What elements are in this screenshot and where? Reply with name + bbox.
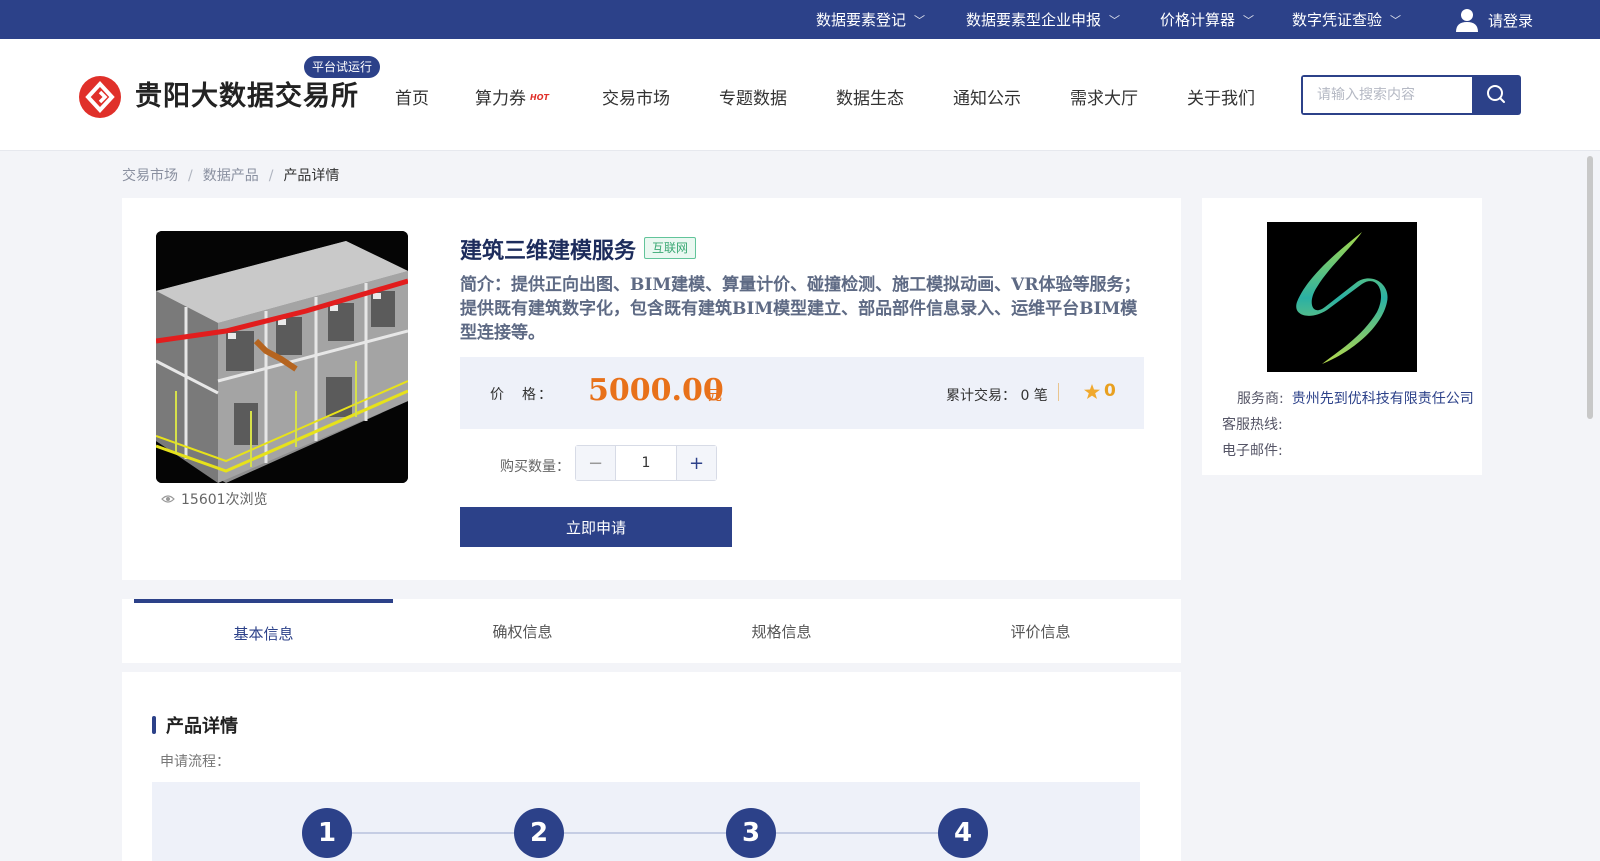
- step-connector: [352, 832, 516, 834]
- tab-review-info[interactable]: 评价信息: [911, 599, 1170, 663]
- search-box: [1301, 75, 1472, 115]
- search-icon: [1487, 85, 1505, 103]
- nav-topic-data[interactable]: 专题数据: [719, 84, 787, 109]
- step-3: 3: [726, 808, 776, 858]
- login-link[interactable]: 请登录: [1456, 8, 1533, 32]
- user-icon: [1456, 9, 1478, 32]
- trade-count: 累计交易： 0 笔: [946, 388, 1048, 404]
- step-1: 1: [302, 808, 352, 858]
- apply-button[interactable]: 立即申请: [460, 507, 732, 547]
- minus-icon: −: [587, 452, 604, 474]
- decrease-button[interactable]: −: [576, 446, 616, 480]
- chevron-down-icon: ﹀: [1390, 13, 1402, 27]
- tab-rights-info[interactable]: 确权信息: [393, 599, 652, 663]
- search-input[interactable]: [1303, 77, 1472, 113]
- section-title: 产品详情: [152, 712, 238, 738]
- product-intro: 简介：提供正向出图、BIM建模、算量计价、碰撞检测、施工模拟动画、VR体验等服务…: [460, 275, 1141, 343]
- apply-process-label: 申请流程：: [160, 754, 230, 770]
- detail-tabs: 基本信息 确权信息 规格信息 评价信息: [122, 599, 1181, 663]
- nav-compute-voucher[interactable]: 算力券: [475, 84, 526, 109]
- price-label: 价 格：: [490, 387, 554, 403]
- seller-hotline: 客服热线:: [1222, 417, 1283, 433]
- seller-brand-mark: [1267, 222, 1417, 372]
- step-connector: [776, 832, 940, 834]
- top-utility-bar: 数据要素登记 ﹀ 数据要素型企业申报 ﹀ 价格计算器 ﹀ 数字凭证查验 ﹀ 请登录: [0, 0, 1600, 39]
- product-image: [156, 231, 408, 483]
- breadcrumb-current: 产品详情: [283, 168, 340, 184]
- eye-icon: [161, 495, 175, 503]
- topbar-link-enterprise-declaration[interactable]: 数据要素型企业申报 ﹀: [966, 9, 1120, 30]
- breadcrumb: 交易市场 / 数据产品 / 产品详情: [122, 168, 340, 184]
- tab-spec-info[interactable]: 规格信息: [652, 599, 911, 663]
- building-model-illustration: [156, 231, 408, 483]
- title-accent-bar: [152, 716, 156, 734]
- nav-about[interactable]: 关于我们: [1187, 84, 1255, 109]
- divider: [1058, 383, 1059, 401]
- hot-badge: HOT: [530, 93, 549, 102]
- nav-home[interactable]: 首页: [395, 84, 429, 109]
- seller-email: 电子邮件:: [1222, 443, 1283, 459]
- nav-ecosystem[interactable]: 数据生态: [836, 84, 904, 109]
- breadcrumb-market[interactable]: 交易市场: [122, 168, 178, 184]
- step-4: 4: [938, 808, 988, 858]
- plus-icon: +: [688, 452, 705, 474]
- chevron-down-icon: ﹀: [914, 13, 926, 27]
- view-count: 15601次浏览: [161, 489, 268, 509]
- page-scrollbar[interactable]: [1585, 156, 1595, 861]
- step-2: 2: [514, 808, 564, 858]
- seller-logo: [1267, 222, 1417, 372]
- quantity-input[interactable]: 1: [616, 446, 676, 480]
- topbar-link-data-registration[interactable]: 数据要素登记 ﹀: [816, 9, 925, 30]
- quantity-stepper: − 1 +: [575, 445, 717, 481]
- category-tag: 互联网: [644, 237, 697, 259]
- nav-notices[interactable]: 通知公示: [953, 84, 1021, 109]
- rating: 0: [1084, 381, 1116, 401]
- topbar-link-price-calculator[interactable]: 价格计算器 ﹀: [1160, 9, 1254, 30]
- breadcrumb-data-products[interactable]: 数据产品: [203, 168, 259, 184]
- site-logo-text[interactable]: 贵阳大数据交易所: [135, 74, 359, 113]
- nav-demand-hall[interactable]: 需求大厅: [1070, 84, 1138, 109]
- step-connector: [564, 832, 728, 834]
- price-unit: 元: [708, 388, 722, 404]
- seller-provider: 服务商: 贵州先到优科技有限责任公司: [1237, 391, 1474, 407]
- logo-icon[interactable]: [79, 76, 121, 118]
- star-icon: [1084, 383, 1100, 399]
- search-button[interactable]: [1472, 75, 1521, 115]
- seller-provider-link[interactable]: 贵州先到优科技有限责任公司: [1292, 391, 1474, 407]
- quantity-label: 购买数量：: [500, 459, 570, 475]
- price-value: 5000.00: [588, 373, 724, 408]
- chevron-down-icon: ﹀: [1109, 13, 1121, 27]
- product-title: 建筑三维建模服务: [460, 239, 637, 264]
- nav-market[interactable]: 交易市场: [602, 84, 670, 109]
- process-steps: [152, 782, 1140, 861]
- tab-basic-info[interactable]: 基本信息: [134, 599, 393, 663]
- increase-button[interactable]: +: [676, 446, 716, 480]
- chevron-down-icon: ﹀: [1243, 13, 1255, 27]
- topbar-link-certificate-check[interactable]: 数字凭证查验 ﹀: [1292, 9, 1401, 30]
- trial-badge: 平台试运行: [304, 56, 381, 78]
- scrollbar-thumb[interactable]: [1587, 156, 1593, 419]
- price-panel: 价 格： 5000.00 元 累计交易： 0 笔 0: [460, 357, 1144, 429]
